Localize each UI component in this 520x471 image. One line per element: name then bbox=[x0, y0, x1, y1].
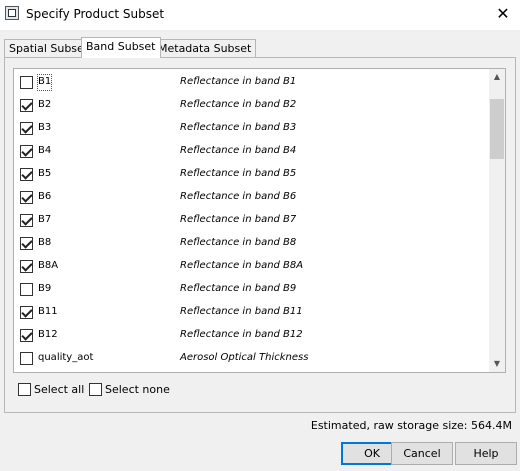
band-description: Reflectance in band B5 bbox=[180, 168, 297, 179]
band-description: Reflectance in band B8A bbox=[180, 260, 304, 271]
band-description: Reflectance in band B9 bbox=[180, 283, 297, 294]
band-description: Reflectance in band B3 bbox=[180, 122, 297, 133]
band-checkbox[interactable] bbox=[20, 237, 33, 250]
band-row[interactable]: quality_aot Aerosol Optical Thickness bbox=[14, 347, 489, 370]
band-name: B1 bbox=[38, 76, 52, 87]
scroll-down-icon[interactable]: ▼ bbox=[489, 356, 505, 372]
band-name: B2 bbox=[38, 99, 52, 110]
band-checkbox[interactable] bbox=[20, 122, 33, 135]
tab-metadata-subset[interactable]: Metadata Subset bbox=[153, 39, 257, 57]
band-checkbox[interactable] bbox=[20, 191, 33, 204]
band-row[interactable]: B6 Reflectance in band B6 bbox=[14, 186, 489, 209]
band-name: B11 bbox=[38, 306, 58, 317]
band-checkbox[interactable] bbox=[20, 352, 33, 365]
tab-band-subset[interactable]: Band Subset bbox=[81, 37, 161, 58]
band-name: B6 bbox=[38, 191, 52, 202]
band-description: Reflectance in band B1 bbox=[180, 76, 297, 87]
select-none-checkbox[interactable] bbox=[89, 383, 102, 396]
band-subset-panel: ▲ ▼ B1 Reflectance in band B1 B2 Reflectanc… bbox=[4, 57, 516, 413]
band-checkbox[interactable] bbox=[20, 260, 33, 273]
checkmark-icon bbox=[21, 145, 33, 157]
band-checkbox[interactable] bbox=[20, 306, 33, 319]
band-checkbox[interactable] bbox=[20, 99, 33, 112]
band-row[interactable]: B9 Reflectance in band B9 bbox=[14, 278, 489, 301]
checkmark-icon bbox=[21, 214, 33, 226]
band-description: Reflectance in band B6 bbox=[180, 191, 297, 202]
scroll-up-icon[interactable]: ▲ bbox=[489, 69, 505, 85]
band-name: B8 bbox=[38, 237, 52, 248]
band-description: Reflectance in band B8 bbox=[180, 237, 297, 248]
checkmark-icon bbox=[21, 329, 33, 341]
band-checkbox[interactable] bbox=[20, 329, 33, 342]
select-all-label: Select all bbox=[34, 383, 85, 396]
band-name: B7 bbox=[38, 214, 52, 225]
storage-size-status: Estimated, raw storage size: 564.4M bbox=[310, 419, 512, 432]
band-checkbox[interactable] bbox=[20, 145, 33, 158]
checkmark-icon bbox=[21, 168, 33, 180]
band-description: Reflectance in band B11 bbox=[180, 306, 303, 317]
tab-spatial-subset[interactable]: Spatial Subset bbox=[4, 39, 94, 57]
cancel-button[interactable]: Cancel bbox=[391, 442, 453, 465]
band-description: Reflectance in band B4 bbox=[180, 145, 297, 156]
band-name: B5 bbox=[38, 168, 52, 179]
band-row[interactable]: B5 Reflectance in band B5 bbox=[14, 163, 489, 186]
band-description: Reflectance in band B12 bbox=[180, 329, 303, 340]
band-checkbox[interactable] bbox=[20, 214, 33, 227]
band-row[interactable]: B12 Reflectance in band B12 bbox=[14, 324, 489, 347]
help-button[interactable]: Help bbox=[455, 442, 517, 465]
band-list: ▲ ▼ B1 Reflectance in band B1 B2 Reflectanc… bbox=[13, 68, 506, 373]
select-all-checkbox[interactable] bbox=[18, 383, 31, 396]
band-row[interactable]: B7 Reflectance in band B7 bbox=[14, 209, 489, 232]
band-row[interactable]: B8A Reflectance in band B8A bbox=[14, 255, 489, 278]
window-title: Specify Product Subset bbox=[26, 7, 165, 21]
band-name: B8A bbox=[38, 260, 59, 271]
band-row[interactable]: B1 Reflectance in band B1 bbox=[14, 71, 489, 94]
band-checkbox[interactable] bbox=[20, 76, 33, 89]
band-name: quality_aot bbox=[38, 352, 94, 363]
close-icon[interactable]: ✕ bbox=[488, 0, 518, 28]
band-description: Reflectance in band B7 bbox=[180, 214, 297, 225]
band-description: Aerosol Optical Thickness bbox=[180, 352, 309, 363]
tab-bar: Spatial Subset Band Subset Metadata Subs… bbox=[4, 37, 516, 58]
band-name: B9 bbox=[38, 283, 52, 294]
band-checkbox[interactable] bbox=[20, 283, 33, 296]
band-row[interactable]: B4 Reflectance in band B4 bbox=[14, 140, 489, 163]
vertical-scrollbar[interactable]: ▲ ▼ bbox=[489, 69, 505, 372]
band-row[interactable]: B3 Reflectance in band B3 bbox=[14, 117, 489, 140]
app-window-icon bbox=[5, 6, 19, 20]
band-checkbox[interactable] bbox=[20, 168, 33, 181]
select-none-label: Select none bbox=[105, 383, 170, 396]
checkmark-icon bbox=[21, 99, 33, 111]
title-bar: Specify Product Subset ✕ bbox=[0, 0, 520, 30]
band-name: B4 bbox=[38, 145, 52, 156]
checkmark-icon bbox=[21, 260, 33, 272]
scroll-thumb[interactable] bbox=[490, 99, 504, 159]
band-name: B3 bbox=[38, 122, 52, 133]
band-row[interactable]: B8 Reflectance in band B8 bbox=[14, 232, 489, 255]
band-row[interactable]: B2 Reflectance in band B2 bbox=[14, 94, 489, 117]
checkmark-icon bbox=[21, 237, 33, 249]
checkmark-icon bbox=[21, 191, 33, 203]
band-description: Reflectance in band B2 bbox=[180, 99, 297, 110]
band-name: B12 bbox=[38, 329, 58, 340]
checkmark-icon bbox=[21, 122, 33, 134]
band-row[interactable]: B11 Reflectance in band B11 bbox=[14, 301, 489, 324]
checkmark-icon bbox=[21, 306, 33, 318]
